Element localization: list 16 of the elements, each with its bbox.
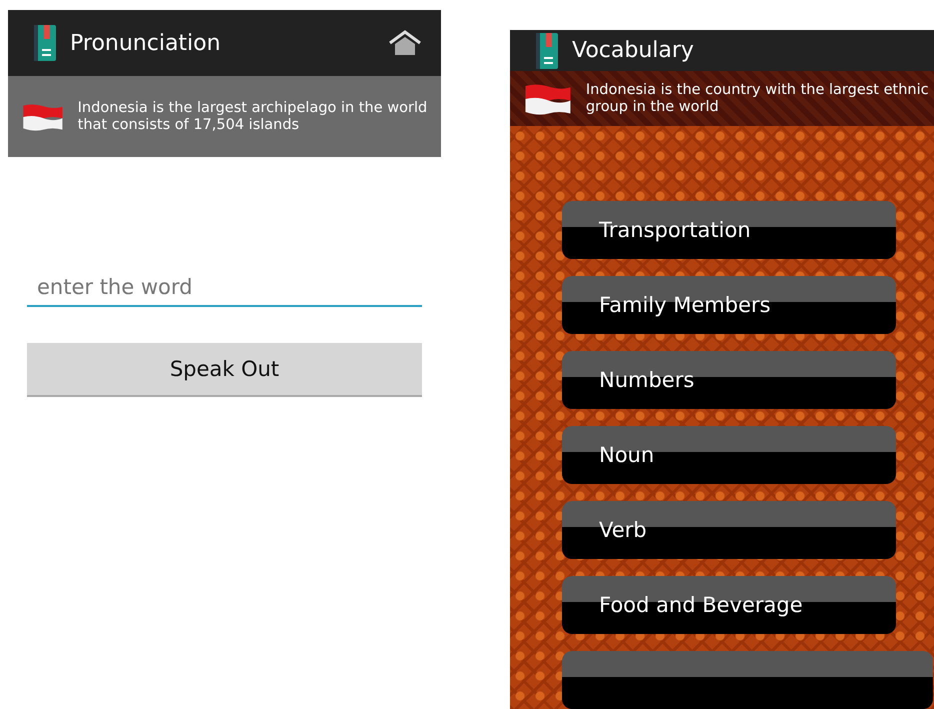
home-icon[interactable] — [387, 30, 423, 56]
book-icon — [536, 32, 558, 69]
category-button[interactable]: Numbers — [562, 351, 896, 409]
fact-text: Indonesia is the country with the largest ethnic group in the world — [586, 82, 930, 116]
book-icon — [34, 25, 56, 61]
category-button[interactable] — [562, 651, 933, 709]
category-button[interactable]: Noun — [562, 426, 896, 484]
category-button[interactable]: Transportation — [562, 201, 896, 259]
screen-title: Pronunciation — [70, 30, 222, 56]
word-input-field[interactable]: enter the word — [27, 269, 422, 307]
speak-out-button[interactable]: Speak Out — [27, 343, 422, 397]
category-button[interactable]: Family Members — [562, 276, 896, 334]
category-button[interactable]: Verb — [562, 501, 896, 559]
screen-title: Vocabulary — [572, 38, 695, 64]
fact-text: Indonesia is the largest archipelago in the world that consists of 17,504 islands — [78, 100, 428, 134]
category-button[interactable]: Food and Beverage — [562, 576, 896, 634]
